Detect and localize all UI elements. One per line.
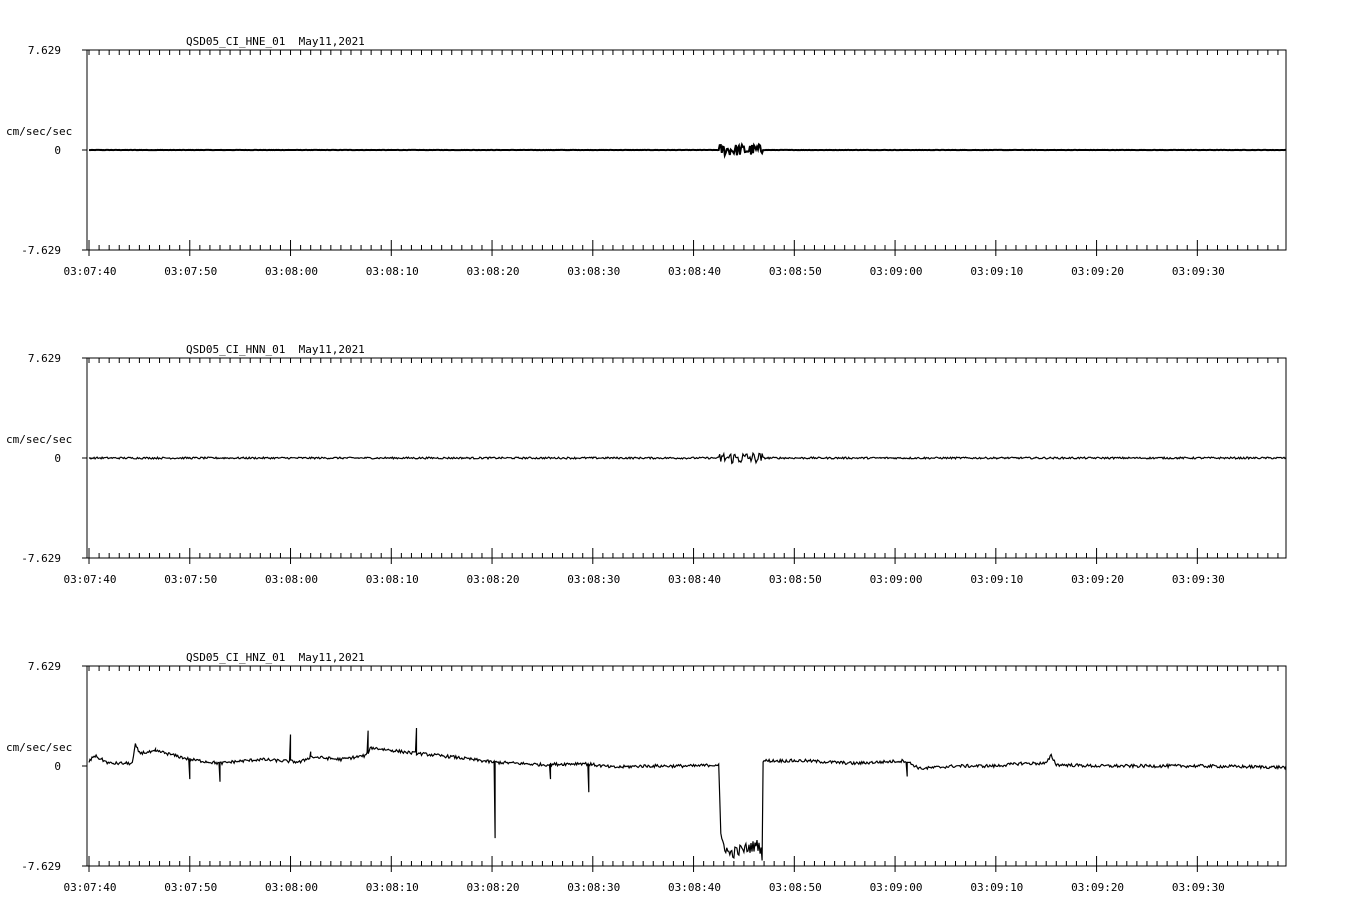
- panel-1-trace-line: [88, 141, 1286, 159]
- panel-1-xtick-label: 03:07:50: [164, 265, 217, 278]
- panel-3-ylabel: cm/sec/sec: [6, 741, 72, 754]
- panel-1-ytick-label: 7.629: [28, 44, 61, 57]
- panel-2-xtick-label: 03:08:10: [366, 573, 419, 586]
- panel-2-xtick-label: 03:09:00: [870, 573, 923, 586]
- panel-1-xtick-label: 03:09:00: [870, 265, 923, 278]
- panel-1-xtick-label: 03:08:40: [668, 265, 721, 278]
- panel-3-xtick-label: 03:07:40: [64, 881, 117, 894]
- panel-1-ytick-label: -7.629: [21, 244, 61, 257]
- panel-3-ytick-label: 0: [54, 760, 61, 773]
- panel-3-xtick-label: 03:08:20: [467, 881, 520, 894]
- panel-1-xtick-label: 03:09:20: [1071, 265, 1124, 278]
- panel-2-xtick-label: 03:08:30: [567, 573, 620, 586]
- panel-2-xtick-label: 03:08:00: [265, 573, 318, 586]
- panel-2-title: QSD05_CI_HNN_01 May11,2021: [186, 343, 365, 356]
- panel-3-ytick-label: 7.629: [28, 660, 61, 673]
- panel-2-xtick-label: 03:08:20: [467, 573, 520, 586]
- panel-3-trace-line: [88, 727, 1287, 861]
- panel-2-ylabel: cm/sec/sec: [6, 433, 72, 446]
- panel-1-xtick-label: 03:08:30: [567, 265, 620, 278]
- panel-3-xtick-label: 03:09:30: [1172, 881, 1225, 894]
- panel-1-xtick-label: 03:08:50: [769, 265, 822, 278]
- panel-1-xtick-label: 03:08:10: [366, 265, 419, 278]
- panel-3: QSD05_CI_HNZ_01 May11,2021 cm/sec/sec 7.62…: [6, 651, 1287, 894]
- panel-2-ytick-label: 7.629: [28, 352, 61, 365]
- panel-2-xtick-label: 03:09:20: [1071, 573, 1124, 586]
- panel-1-title: QSD05_CI_HNE_01 May11,2021: [186, 35, 365, 48]
- panel-1-ylabel: cm/sec/sec: [6, 125, 72, 138]
- panel-2-ytick-label: -7.629: [21, 552, 61, 565]
- panel-3-xtick-label: 03:08:00: [265, 881, 318, 894]
- panel-1-xtick-label: 03:07:40: [64, 265, 117, 278]
- seismogram-figure: QSD05_CI_HNE_01 May11,2021 cm/sec/sec 7.62…: [6, 35, 1287, 894]
- panel-3-xtick-label: 03:09:00: [870, 881, 923, 894]
- panel-2: QSD05_CI_HNN_01 May11,2021 cm/sec/sec 7.62…: [6, 343, 1287, 586]
- panel-1-xtick-label: 03:08:20: [467, 265, 520, 278]
- panel-3-xtick-label: 03:08:40: [668, 881, 721, 894]
- panel-2-xtick-label: 03:08:50: [769, 573, 822, 586]
- panel-1-xtick-label: 03:09:10: [970, 265, 1023, 278]
- panel-2-trace-line: [88, 451, 1287, 465]
- panel-3-xtick-label: 03:08:50: [769, 881, 822, 894]
- panel-3-xtick-label: 03:09:20: [1071, 881, 1124, 894]
- panel-2-xtick-label: 03:07:50: [164, 573, 217, 586]
- panel-3-xtick-label: 03:09:10: [970, 881, 1023, 894]
- panel-2-xtick-label: 03:08:40: [668, 573, 721, 586]
- panel-3-xtick-label: 03:08:10: [366, 881, 419, 894]
- panel-3-title: QSD05_CI_HNZ_01 May11,2021: [186, 651, 365, 664]
- panel-1-xtick-label: 03:08:00: [265, 265, 318, 278]
- panel-1-xtick-label: 03:09:30: [1172, 265, 1225, 278]
- panel-2-xtick-label: 03:09:30: [1172, 573, 1225, 586]
- panel-3-xtick-label: 03:07:50: [164, 881, 217, 894]
- panel-2-xtick-label: 03:07:40: [64, 573, 117, 586]
- panel-3-ytick-label: -7.629: [21, 860, 61, 873]
- panel-1: QSD05_CI_HNE_01 May11,2021 cm/sec/sec 7.62…: [6, 35, 1287, 278]
- panel-3-xtick-label: 03:08:30: [567, 881, 620, 894]
- panel-2-xtick-label: 03:09:10: [970, 573, 1023, 586]
- panel-2-ytick-label: 0: [54, 452, 61, 465]
- panel-1-ytick-label: 0: [54, 144, 61, 157]
